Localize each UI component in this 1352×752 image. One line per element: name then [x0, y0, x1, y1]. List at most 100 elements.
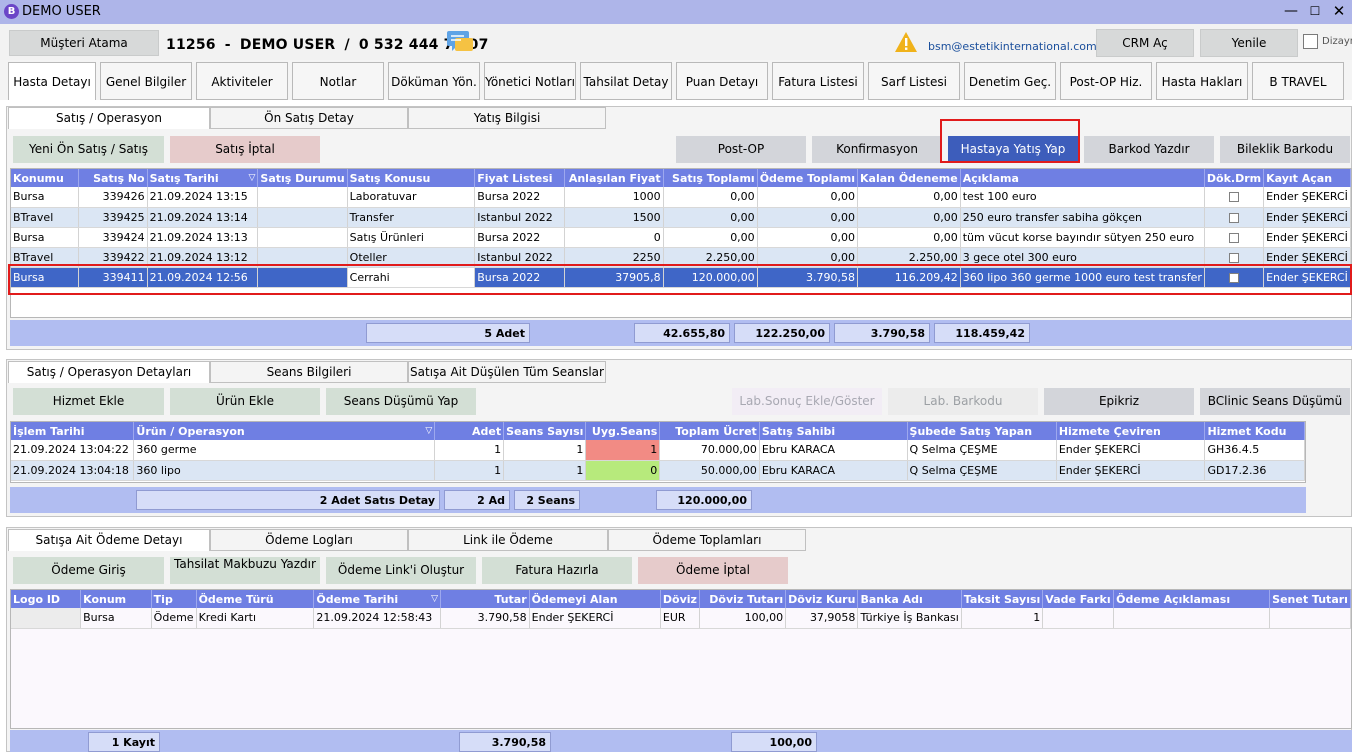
- table-cell[interactable]: [1269, 608, 1351, 629]
- table-cell[interactable]: 0,00: [757, 227, 859, 248]
- table-cell[interactable]: 1: [585, 440, 661, 461]
- column-header[interactable]: Anlaşılan Fiyat: [564, 169, 664, 187]
- main-tab[interactable]: Fatura Listesi: [772, 62, 864, 100]
- payments-tab[interactable]: Link ile Ödeme: [408, 529, 608, 551]
- print-barcode-button[interactable]: Barkod Yazdır: [1084, 136, 1214, 163]
- minimize-icon[interactable]: —: [1281, 3, 1301, 20]
- table-cell[interactable]: [257, 227, 348, 248]
- table-cell[interactable]: 1: [503, 440, 587, 461]
- close-icon[interactable]: ✕: [1329, 3, 1349, 20]
- table-cell[interactable]: 339424: [78, 227, 148, 248]
- table-cell[interactable]: 0,00: [857, 227, 961, 248]
- column-header[interactable]: Ürün / Operasyon ▽: [133, 422, 436, 440]
- maximize-icon[interactable]: ☐: [1305, 3, 1325, 20]
- table-cell[interactable]: Q Selma ÇEŞME: [907, 460, 1057, 481]
- new-presale-button[interactable]: Yeni Ön Satış / Satış: [13, 136, 164, 163]
- design-checkbox[interactable]: [1303, 34, 1318, 49]
- add-product-button[interactable]: Ürün Ekle: [170, 388, 320, 415]
- table-cell[interactable]: [257, 207, 348, 228]
- table-cell[interactable]: [1204, 207, 1265, 228]
- column-header[interactable]: Kalan Ödeneme: [857, 169, 961, 187]
- filter-icon[interactable]: ▽: [425, 426, 432, 436]
- table-cell[interactable]: 339426: [78, 187, 148, 208]
- table-cell[interactable]: 0,00: [757, 187, 859, 208]
- table-cell[interactable]: Bursa: [11, 187, 80, 208]
- table-cell[interactable]: Ender ŞEKERCİ: [1263, 207, 1351, 228]
- table-cell[interactable]: GH36.4.5: [1204, 440, 1305, 461]
- column-header[interactable]: Fiyat Listesi: [474, 169, 566, 187]
- column-header[interactable]: Adet: [434, 422, 505, 440]
- checkbox[interactable]: [1229, 192, 1239, 203]
- table-cell[interactable]: [1113, 608, 1271, 629]
- table-row[interactable]: Bursa 339426 21.09.2024 13:15 Laboratuvar Bu…: [11, 187, 1351, 208]
- main-tab[interactable]: B TRAVEL: [1252, 62, 1344, 100]
- print-receipt-button[interactable]: Tahsilat Makbuzu Yazdır: [170, 557, 320, 584]
- details-tab[interactable]: Seans Bilgileri: [210, 361, 408, 383]
- table-cell[interactable]: 0,00: [757, 207, 859, 228]
- main-tab[interactable]: Yönetici Notları: [484, 62, 576, 100]
- table-row[interactable]: BTravel 339425 21.09.2024 13:14 Transfer Ist…: [11, 207, 1351, 228]
- table-cell[interactable]: tüm vücut korse bayındır sütyen 250 euro: [960, 227, 1205, 248]
- table-cell[interactable]: Bursa 2022: [474, 187, 566, 208]
- column-header[interactable]: Ödeme Açıklaması: [1113, 590, 1271, 608]
- sales-tab[interactable]: Ön Satış Detay: [210, 107, 408, 129]
- epikriz-button[interactable]: Epikriz: [1044, 388, 1194, 415]
- table-cell[interactable]: 21.09.2024 13:15: [147, 187, 259, 208]
- table-cell[interactable]: 1: [961, 608, 1044, 629]
- cancel-sale-button[interactable]: Satış İptal: [170, 136, 320, 163]
- main-tab[interactable]: Post-OP Hiz.: [1060, 62, 1152, 100]
- table-cell[interactable]: EUR: [660, 608, 700, 629]
- column-header[interactable]: Ödeme Tarihi ▽: [313, 590, 442, 608]
- column-header[interactable]: Döviz Tutarı: [699, 590, 787, 608]
- table-cell[interactable]: Q Selma ÇEŞME: [907, 440, 1057, 461]
- column-header[interactable]: Satış Durumu: [257, 169, 348, 187]
- table-cell[interactable]: Ender ŞEKERCİ: [1056, 460, 1206, 481]
- table-cell[interactable]: Ender ŞEKERCİ: [529, 608, 661, 629]
- column-header[interactable]: Satış Konusu: [347, 169, 476, 187]
- table-cell[interactable]: 1: [434, 440, 505, 461]
- main-tab[interactable]: Notlar: [292, 62, 384, 100]
- column-header[interactable]: Döviz: [660, 590, 700, 608]
- details-tab[interactable]: Satış / Operasyon Detayları: [8, 361, 210, 383]
- bclinic-session-button[interactable]: BClinic Seans Düşümü: [1200, 388, 1350, 415]
- table-cell[interactable]: [1204, 187, 1265, 208]
- payments-tab[interactable]: Ödeme Toplamları: [608, 529, 806, 551]
- table-cell[interactable]: 100,00: [699, 608, 787, 629]
- column-header[interactable]: Satış No: [78, 169, 148, 187]
- payments-tab[interactable]: Satışa Ait Ödeme Detayı: [8, 529, 210, 551]
- column-header[interactable]: Satış Tarihi ▽: [147, 169, 259, 187]
- checkbox[interactable]: [1229, 232, 1239, 243]
- main-tab[interactable]: Aktiviteler: [196, 62, 288, 100]
- column-header[interactable]: Vade Farkı: [1042, 590, 1115, 608]
- table-cell[interactable]: Türkiye İş Bankası: [857, 608, 962, 629]
- table-cell[interactable]: [1042, 608, 1115, 629]
- assign-customer-button[interactable]: Müşteri Atama: [9, 30, 159, 56]
- column-header[interactable]: Satış Toplamı: [663, 169, 758, 187]
- table-cell[interactable]: 1: [434, 460, 505, 481]
- table-cell[interactable]: 3.790,58: [440, 608, 530, 629]
- column-header[interactable]: Döviz Kuru: [785, 590, 859, 608]
- table-row[interactable]: 21.09.2024 13:04:22 360 germe 1 1 1 70.000,00…: [11, 440, 1305, 461]
- table-cell[interactable]: Kredi Kartı: [196, 608, 315, 629]
- main-tab[interactable]: Genel Bilgiler: [100, 62, 192, 100]
- column-header[interactable]: Açıklama: [960, 169, 1205, 187]
- table-cell[interactable]: Ender ŞEKERCİ: [1263, 187, 1351, 208]
- column-header[interactable]: Ödemeyi Alan: [529, 590, 661, 608]
- table-cell[interactable]: 1000: [564, 187, 664, 208]
- crm-open-button[interactable]: CRM Aç: [1096, 29, 1194, 57]
- create-payment-link-button[interactable]: Ödeme Link'i Oluştur: [326, 557, 476, 584]
- main-tab[interactable]: Hasta Detayı: [8, 62, 96, 100]
- column-header[interactable]: Senet Tutarı: [1269, 590, 1351, 608]
- column-header[interactable]: İşlem Tarihi: [11, 422, 135, 440]
- wristband-barcode-button[interactable]: Bileklik Barkodu: [1220, 136, 1350, 163]
- table-row[interactable]: Bursa 339424 21.09.2024 13:13 Satış Ürünler…: [11, 227, 1351, 248]
- sms-icon[interactable]: [446, 30, 474, 54]
- table-row[interactable]: 21.09.2024 13:04:18 360 lipo 1 1 0 50.000,00 E…: [11, 460, 1305, 481]
- table-cell[interactable]: 50.000,00: [659, 460, 760, 481]
- table-cell[interactable]: Bursa 2022: [474, 227, 566, 248]
- table-cell[interactable]: 1: [503, 460, 587, 481]
- table-cell[interactable]: 1500: [564, 207, 664, 228]
- checkbox[interactable]: [1229, 212, 1239, 223]
- main-tab[interactable]: Puan Detayı: [676, 62, 768, 100]
- lab-result-button[interactable]: Lab.Sonuç Ekle/Göster: [732, 388, 882, 415]
